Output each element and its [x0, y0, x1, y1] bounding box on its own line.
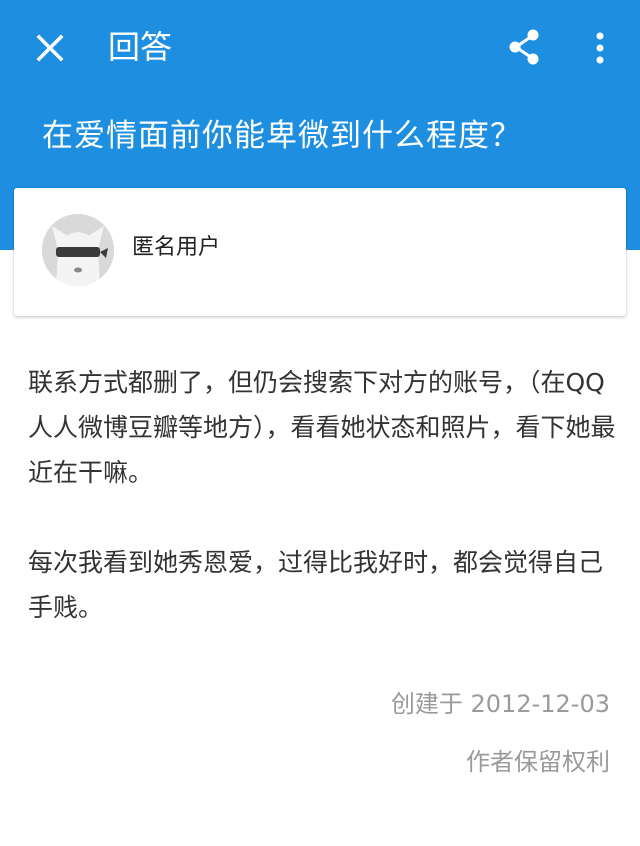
- toolbar-title: 回答: [108, 28, 173, 66]
- rights-notice: 作者保留权利: [466, 748, 610, 776]
- answer-paragraph: 联系方式都删了，但仍会搜索下对方的账号，（在QQ人人微博豆瓣等地方），看看她状态…: [28, 368, 616, 487]
- answer-content: 联系方式都删了，但仍会搜索下对方的账号，（在QQ人人微博豆瓣等地方），看看她状态…: [28, 360, 618, 630]
- close-icon[interactable]: [28, 26, 72, 70]
- anonymous-avatar-icon[interactable]: [42, 214, 114, 286]
- share-icon[interactable]: [502, 24, 548, 70]
- more-vertical-icon[interactable]: [582, 26, 618, 70]
- question-title[interactable]: 在爱情面前你能卑微到什么程度？: [42, 114, 522, 158]
- created-date: 创建于 2012-12-03: [390, 690, 610, 718]
- toolbar: 回答: [0, 0, 640, 96]
- answer-paragraph: 每次我看到她秀恩爱，过得比我好时，都会觉得自己手贱。: [28, 548, 604, 622]
- author-card[interactable]: 匿名用户: [14, 188, 626, 316]
- author-name[interactable]: 匿名用户: [132, 232, 220, 264]
